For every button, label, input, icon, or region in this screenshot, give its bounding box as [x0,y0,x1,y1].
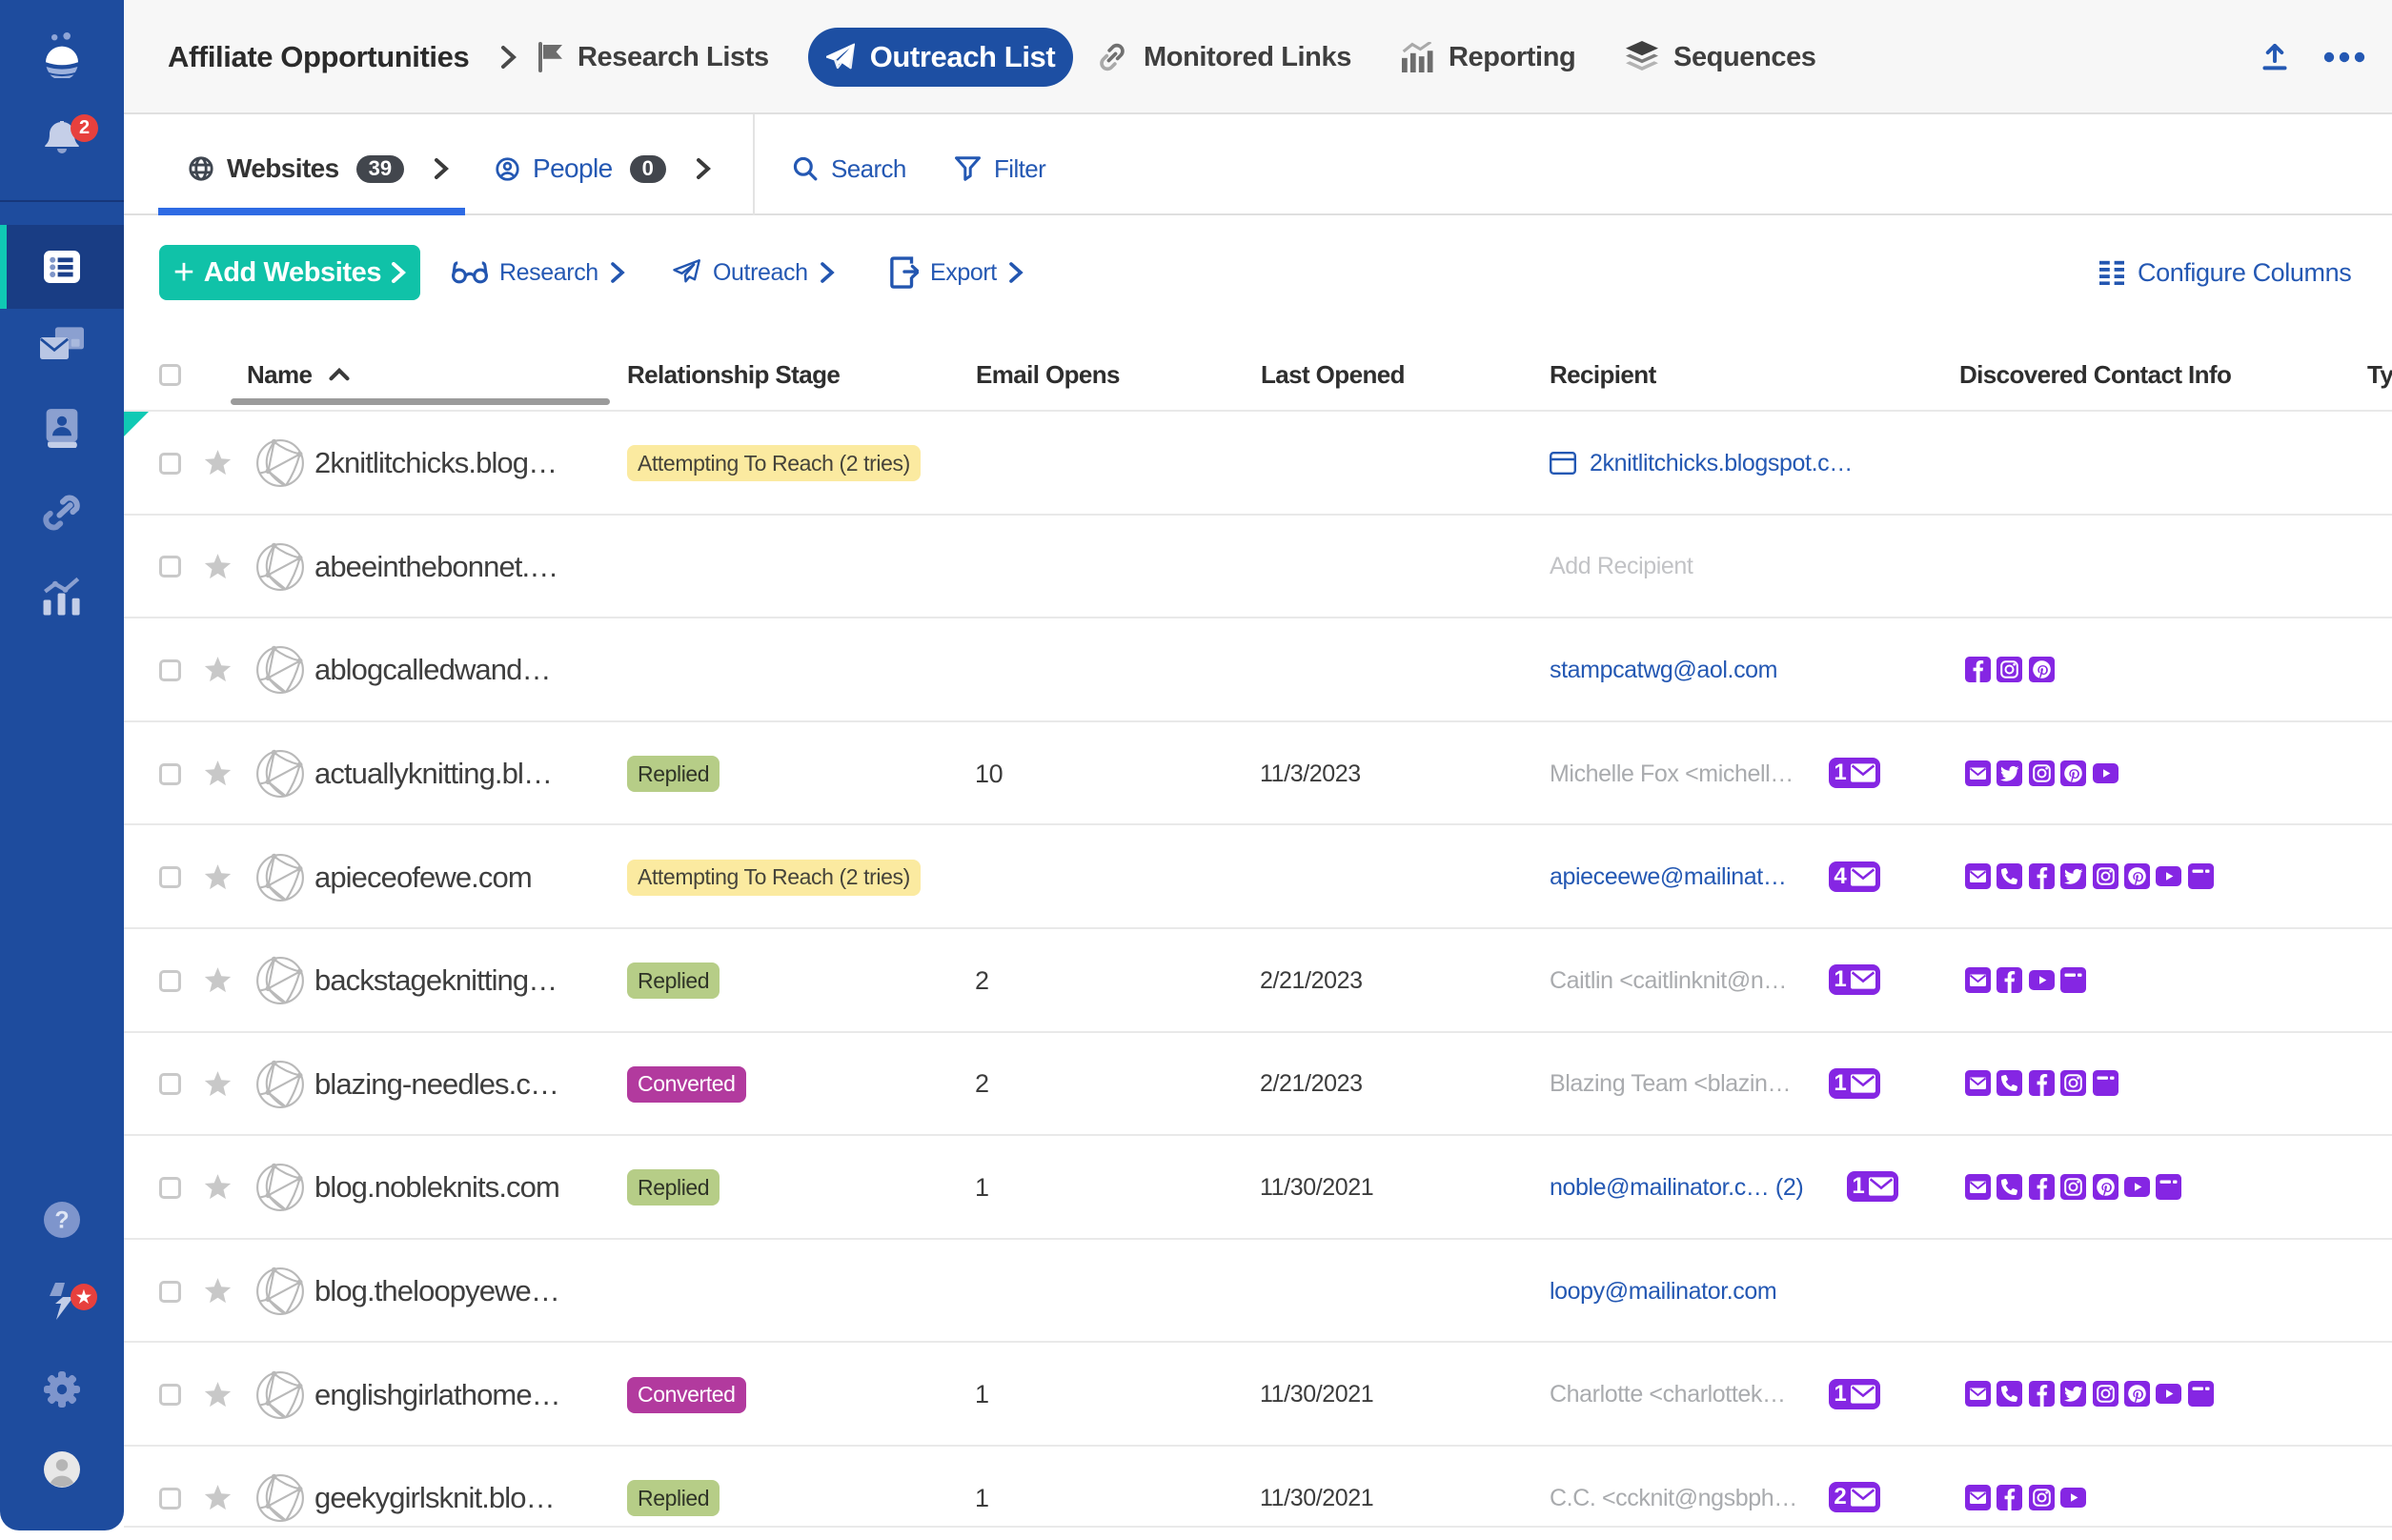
svg-text:?: ? [54,1207,69,1234]
